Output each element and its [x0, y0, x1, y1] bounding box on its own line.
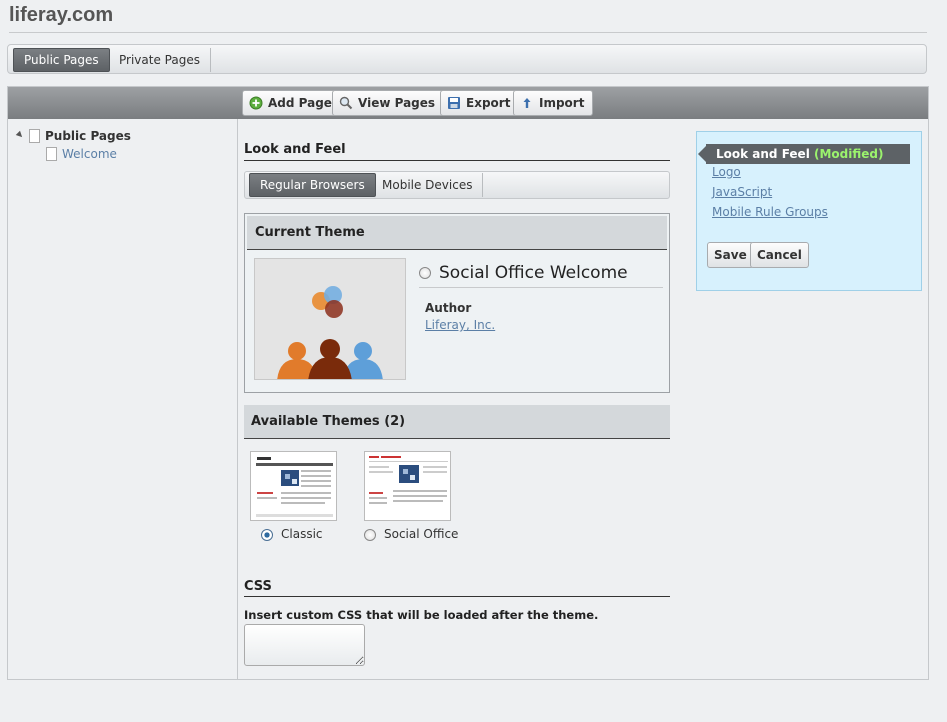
tab-private-pages[interactable]: Private Pages: [109, 48, 211, 72]
sidebar-item-mobile-rule-groups[interactable]: Mobile Rule Groups: [712, 205, 828, 219]
manage-pages-panel: Add Page View Pages Export Import Public…: [7, 86, 929, 680]
view-pages-label: View Pages: [358, 96, 436, 110]
tree-root-label: Public Pages: [45, 129, 131, 143]
social-office-theme-thumbnail[interactable]: [364, 451, 451, 521]
author-label: Author: [425, 301, 472, 315]
sidebar-active-label: Look and Feel: [716, 147, 810, 161]
classic-theme-radio[interactable]: [261, 528, 273, 541]
view-pages-button[interactable]: View Pages: [332, 90, 445, 116]
tab-mobile-devices[interactable]: Mobile Devices: [372, 173, 484, 197]
sidebar-item-look-and-feel[interactable]: Look and Feel (Modified): [698, 144, 910, 164]
social-office-theme-radio[interactable]: [364, 528, 376, 541]
social-office-people-icon: [277, 286, 383, 379]
tree-root-public-pages[interactable]: Public Pages: [15, 129, 131, 143]
collapse-arrow-icon[interactable]: [15, 130, 25, 140]
tab-public-pages[interactable]: Public Pages: [13, 48, 110, 72]
social-office-theme-label: Social Office: [384, 527, 459, 541]
page-icon: [46, 147, 57, 161]
available-themes-heading: Available Themes (2): [251, 414, 406, 429]
export-label: Export: [466, 96, 511, 110]
author-link[interactable]: Liferay, Inc.: [425, 318, 495, 332]
classic-theme-option[interactable]: Classic: [261, 527, 323, 541]
classic-theme-thumbnail[interactable]: [250, 451, 337, 521]
look-and-feel-rule: [244, 160, 670, 161]
settings-sidebar: Look and Feel (Modified) Logo JavaScript…: [696, 131, 922, 291]
current-theme-header: Current Theme: [247, 216, 667, 250]
classic-theme-preview: [251, 452, 336, 520]
site-title: liferay.com: [9, 4, 114, 26]
save-button[interactable]: Save: [707, 242, 754, 268]
tab-regular-browsers[interactable]: Regular Browsers: [249, 173, 376, 197]
export-button[interactable]: Export: [440, 90, 520, 116]
current-theme-box: Current Theme Social Office Welcome Auth…: [244, 213, 670, 393]
import-label: Import: [539, 96, 585, 110]
current-theme-radio[interactable]: [419, 267, 431, 279]
tree-item-welcome[interactable]: Welcome: [46, 147, 117, 161]
available-themes-header: Available Themes (2): [244, 405, 670, 439]
current-theme-name: Social Office Welcome: [439, 263, 628, 283]
current-theme-heading: Current Theme: [255, 225, 365, 240]
tree-item-label: Welcome: [62, 147, 117, 161]
sidebar-item-logo[interactable]: Logo: [712, 165, 741, 179]
page-tree-column: [8, 119, 238, 679]
theme-thumbnail: [254, 258, 406, 380]
css-rule: [244, 596, 670, 597]
theme-name-divider: [419, 287, 663, 288]
add-page-label: Add Page: [268, 96, 332, 110]
pages-icon: [29, 129, 40, 143]
social-office-theme-option[interactable]: Social Office: [364, 527, 458, 541]
look-and-feel-title: Look and Feel: [244, 142, 346, 157]
social-office-theme-preview: [365, 452, 450, 520]
title-divider: [9, 32, 927, 33]
classic-theme-label: Classic: [281, 527, 323, 541]
upload-arrow-icon: [523, 98, 531, 108]
panel-toolbar: Add Page View Pages Export Import: [8, 87, 928, 119]
add-page-button[interactable]: Add Page: [242, 90, 341, 116]
save-disk-icon: [448, 97, 460, 109]
page-type-tabs: Public Pages Private Pages: [7, 44, 927, 74]
custom-css-textarea[interactable]: [244, 624, 365, 666]
css-title: CSS: [244, 579, 272, 594]
cancel-button[interactable]: Cancel: [750, 242, 809, 268]
device-tabs: Regular Browsers Mobile Devices: [244, 171, 670, 199]
import-button[interactable]: Import: [513, 90, 594, 116]
current-theme-name-row: Social Office Welcome: [419, 263, 628, 283]
sidebar-item-javascript[interactable]: JavaScript: [712, 185, 772, 199]
css-description: Insert custom CSS that will be loaded af…: [244, 608, 599, 622]
modified-badge: (Modified): [814, 147, 884, 161]
add-icon: [249, 96, 263, 110]
magnifier-icon: [339, 96, 353, 110]
